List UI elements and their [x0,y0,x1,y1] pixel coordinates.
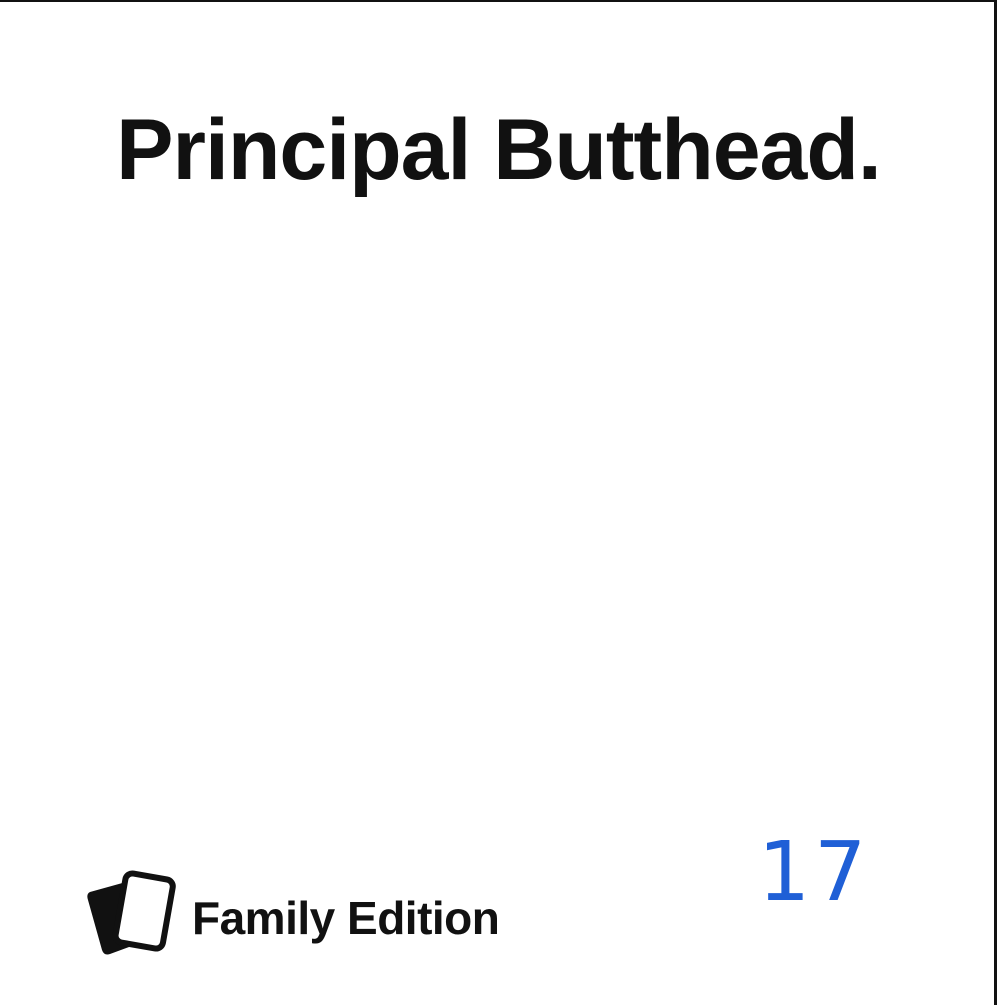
edition-label: Family Edition [192,892,500,944]
stacked-cards-icon [87,870,176,955]
white-card: Principal Butthead. Family Edition 17 [0,0,997,1005]
handwritten-number: 17 [758,825,871,920]
card-text: Principal Butthead. [116,102,882,198]
edition-brand: Family Edition [86,870,500,962]
